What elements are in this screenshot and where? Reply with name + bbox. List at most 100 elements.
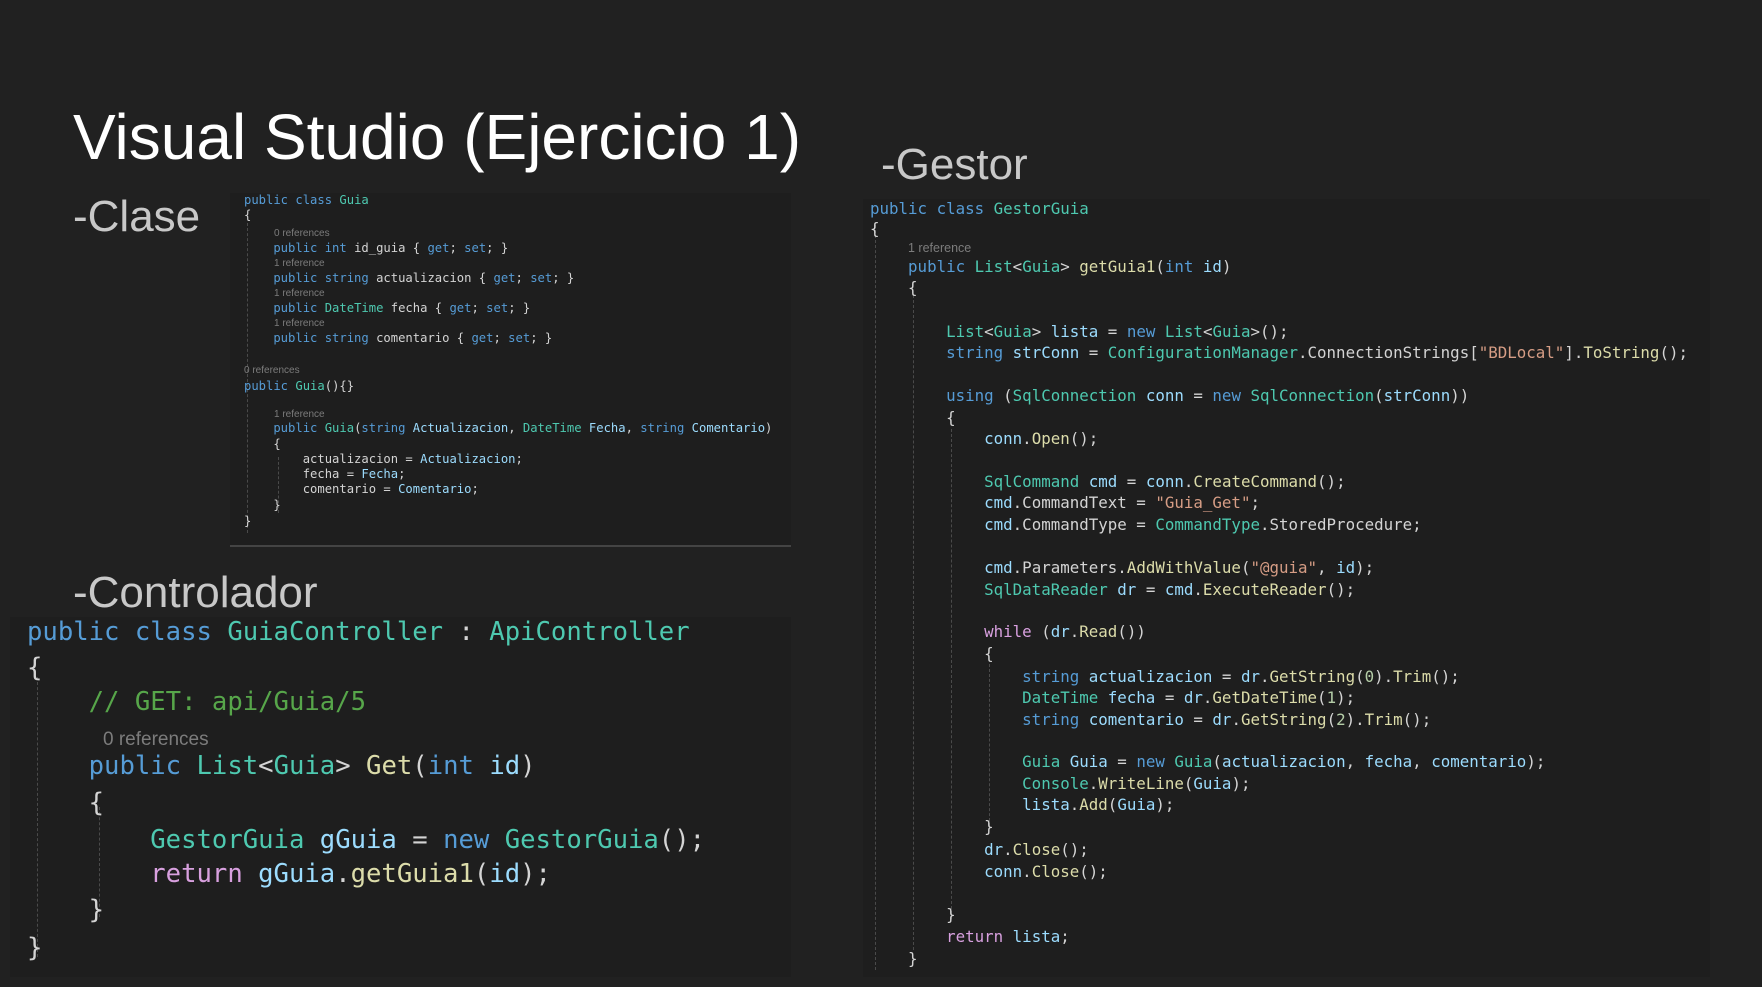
code-token: fecha	[1107, 688, 1156, 707]
code-token: id	[489, 859, 521, 889]
code-token: Guia	[324, 421, 355, 435]
code-token: ,	[508, 421, 523, 435]
code-token: actualizacion	[1088, 667, 1213, 686]
code-line: public int id_guia { get; set; }	[244, 241, 508, 255]
code-token: =	[1136, 580, 1165, 599]
code-token: Close	[1012, 840, 1061, 859]
code-token: =	[1212, 667, 1241, 686]
code-token: public	[27, 751, 197, 781]
code-token: GestorGuia	[27, 825, 320, 855]
code-token: GetString	[1240, 710, 1327, 729]
code-token: comentario	[376, 331, 450, 345]
code-token: gGuia	[258, 859, 336, 889]
codelens-reference: 0 references	[244, 365, 300, 376]
code-token: 2	[1336, 710, 1346, 729]
code-token: }	[27, 895, 105, 925]
code-token: }	[27, 933, 43, 963]
code-token: id_guia	[354, 241, 406, 255]
code-token: actualizacion =	[244, 452, 421, 466]
code-token: ; }	[486, 241, 509, 255]
code-token: Fecha	[361, 467, 399, 481]
code-line: string actualizacion = dr.GetString(0).T…	[870, 667, 1460, 686]
code-token: Guia	[1193, 774, 1232, 793]
code-token: get	[493, 271, 516, 285]
code-token: Guia	[1117, 795, 1156, 814]
code-token: ToString	[1583, 343, 1660, 362]
code-token: (	[1355, 667, 1365, 686]
code-token: .	[1088, 774, 1099, 793]
code-token: string	[870, 667, 1089, 686]
code-line: {	[27, 788, 104, 818]
code-token: ();	[1069, 429, 1099, 448]
code-token: {	[471, 271, 494, 285]
code-token: <	[1012, 257, 1023, 276]
code-token: {	[244, 208, 252, 222]
code-token: return	[870, 927, 1013, 946]
code-token: new	[1212, 386, 1251, 405]
code-token: public class	[870, 199, 994, 218]
codelens-reference: 0 references	[103, 729, 209, 750]
code-line: cmd.CommandType = CommandType.StoredProc…	[870, 515, 1422, 534]
code-token: ConfigurationManager	[1107, 343, 1299, 362]
code-token: =	[1155, 688, 1184, 707]
code-line: SqlCommand cmd = conn.CreateCommand();	[870, 472, 1345, 491]
clase-heading: -Clase	[73, 192, 201, 241]
code-line: }	[244, 514, 251, 528]
code-token: get	[427, 241, 450, 255]
code-line: actualizacion = Actualizacion;	[244, 452, 523, 466]
code-token: }	[870, 949, 918, 968]
code-line: cmd.Parameters.AddWithValue("@guia", id)…	[870, 558, 1374, 577]
code-line: return lista;	[870, 927, 1070, 946]
code-token: .	[1202, 688, 1213, 707]
code-token: AddWithValue	[1126, 558, 1241, 577]
code-token: using	[870, 386, 1004, 405]
code-token: get	[449, 301, 472, 315]
code-token: {	[27, 653, 43, 683]
code-line: while (dr.Read())	[870, 622, 1146, 641]
codelens-reference: 1 reference	[274, 318, 325, 329]
code-line: public class GestorGuia	[870, 199, 1089, 218]
code-token: ();	[1402, 710, 1432, 729]
code-token: {	[870, 644, 994, 663]
code-token: string	[870, 343, 1013, 362]
code-line: {	[27, 653, 42, 683]
code-token: fecha	[1364, 752, 1413, 771]
code-token: )	[520, 751, 536, 781]
code-token: (	[412, 751, 428, 781]
code-token: .	[1231, 710, 1241, 729]
code-token: cmd	[870, 493, 1013, 512]
code-token: )	[765, 421, 773, 435]
code-token: public	[244, 421, 325, 435]
code-token: .	[335, 859, 351, 889]
code-token: ;	[1060, 927, 1070, 946]
controlador-code-panel: public class GuiaController : ApiControl…	[10, 617, 791, 977]
code-token: conn	[870, 862, 1023, 881]
code-token: .	[1069, 795, 1080, 814]
code-token: =	[1183, 386, 1213, 405]
code-token: {	[870, 408, 956, 427]
code-token: cmd	[870, 515, 1013, 534]
code-token: .CommandType =	[1012, 515, 1156, 534]
code-line: conn.Close();	[870, 862, 1108, 881]
code-line: }	[870, 905, 956, 924]
code-token: }	[244, 498, 281, 512]
code-token: =	[1079, 343, 1108, 362]
code-token: {	[870, 219, 880, 238]
code-token: strConn	[1012, 343, 1080, 362]
code-token: dr	[1050, 622, 1070, 641]
code-line: SqlDataReader dr = cmd.ExecuteReader();	[870, 580, 1355, 599]
code-token: // GET: api/Guia/5	[27, 687, 366, 717]
codelens-reference: 0 references	[274, 228, 330, 239]
code-token: public int	[244, 241, 355, 255]
code-token: comentario =	[244, 482, 399, 496]
code-token: Actualizacion	[412, 421, 509, 435]
code-token: cmd	[870, 558, 1013, 577]
code-token: ; }	[552, 271, 575, 285]
code-token: (	[1183, 774, 1194, 793]
code-token: ApiController	[489, 617, 690, 647]
code-token: ;	[493, 331, 509, 345]
code-token: CommandType	[1155, 515, 1260, 534]
code-token: string	[640, 421, 692, 435]
code-line: Guia Guia = new Guia(actualizacion, fech…	[870, 752, 1545, 771]
code-token: ).	[1374, 667, 1394, 686]
